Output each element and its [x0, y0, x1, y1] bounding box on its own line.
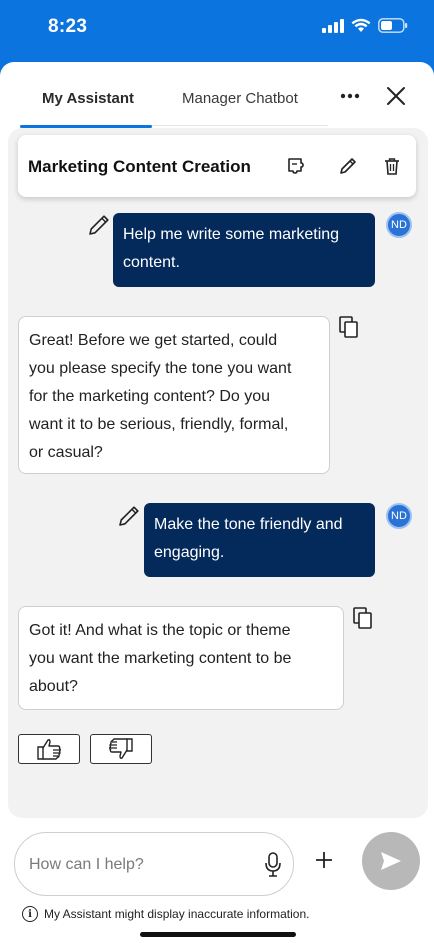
close-icon	[387, 87, 405, 105]
send-icon	[381, 852, 401, 870]
tab-my-assistant[interactable]: My Assistant	[42, 90, 134, 107]
close-button[interactable]	[380, 80, 412, 112]
more-options-button[interactable]	[334, 82, 366, 110]
thumbs-down-button[interactable]	[90, 734, 152, 764]
delete-conversation-button[interactable]	[380, 154, 404, 178]
user-avatar: ND	[386, 503, 412, 529]
prompt-library-icon	[288, 158, 304, 174]
wifi-icon	[351, 18, 371, 38]
copy-message-button[interactable]	[336, 314, 362, 340]
message-line: or casual?	[29, 444, 103, 461]
copy-message-button[interactable]	[350, 605, 376, 631]
message-line: Help me write some marketing	[123, 226, 340, 243]
home-indicator	[140, 932, 296, 937]
send-button[interactable]	[362, 832, 420, 890]
copy-icon	[353, 607, 372, 629]
disclaimer-text: My Assistant might display inaccurate in…	[44, 907, 310, 921]
message-input[interactable]	[29, 853, 249, 877]
voice-input-button[interactable]	[261, 851, 285, 879]
message-line: Great! Before we get started, could	[29, 332, 278, 349]
info-icon: i	[22, 906, 38, 922]
more-horizontal-icon	[340, 93, 360, 99]
status-time: 8:23	[48, 16, 88, 37]
thumbs-down-icon	[109, 738, 133, 759]
user-avatar: ND	[386, 212, 412, 238]
message-line: Got it! And what is the topic or theme	[29, 622, 291, 639]
thumbs-up-icon	[37, 739, 61, 760]
plus-icon	[316, 852, 332, 868]
save-prompt-button[interactable]	[284, 154, 308, 178]
disclaimer: i My Assistant might display inaccurate …	[22, 906, 309, 922]
message-line: want it to be serious, friendly, formal,	[29, 416, 289, 433]
pencil-icon	[119, 506, 139, 526]
copy-icon	[339, 316, 358, 338]
pencil-icon	[340, 158, 356, 174]
signal-icon	[322, 18, 344, 38]
thumbs-up-button[interactable]	[18, 734, 80, 764]
message-line: you want the marketing content to be	[29, 650, 292, 667]
message-input-container	[14, 832, 294, 896]
message-line: you please specify the tone you want	[29, 360, 292, 377]
assistant-message: Got it! And what is the topic or theme y…	[18, 606, 344, 710]
status-icons	[322, 18, 408, 38]
edit-message-button[interactable]	[116, 503, 142, 529]
edit-message-button[interactable]	[86, 212, 112, 238]
user-message: Make the tone friendly and engaging.	[144, 503, 375, 577]
battery-icon	[378, 18, 408, 38]
tab-manager-chatbot[interactable]: Manager Chatbot	[182, 90, 298, 107]
pencil-icon	[89, 215, 109, 235]
conversation-header-card: Marketing Content Creation	[18, 135, 416, 197]
trash-icon	[385, 158, 399, 175]
assistant-sheet: My Assistant Manager Chatbot Marketing C…	[0, 62, 434, 943]
microphone-icon	[265, 852, 281, 877]
message-line: Make the tone friendly and	[154, 516, 343, 533]
message-line: engaging.	[154, 544, 225, 561]
status-bar: 8:23	[0, 0, 434, 62]
message-line: about?	[29, 678, 78, 695]
message-line: content.	[123, 254, 180, 271]
tab-bar: My Assistant Manager Chatbot	[20, 82, 328, 128]
assistant-message: Great! Before we get started, could you …	[18, 316, 330, 474]
add-attachment-button[interactable]	[310, 845, 338, 875]
rename-conversation-button[interactable]	[336, 154, 360, 178]
message-line: for the marketing content? Do you	[29, 388, 271, 405]
conversation-title: Marketing Content Creation	[28, 157, 251, 176]
user-message: Help me write some marketing content.	[113, 213, 375, 287]
